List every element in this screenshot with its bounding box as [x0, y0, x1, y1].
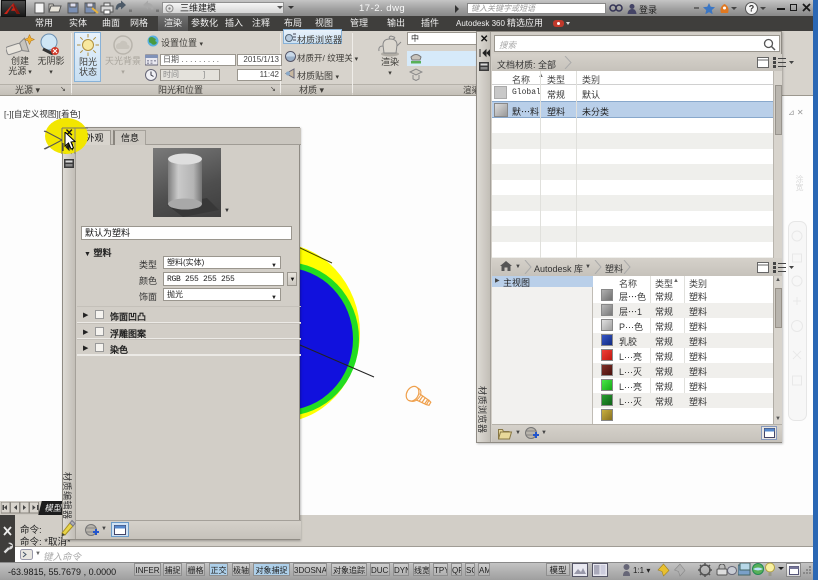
svg-text:?: ? [749, 4, 755, 14]
